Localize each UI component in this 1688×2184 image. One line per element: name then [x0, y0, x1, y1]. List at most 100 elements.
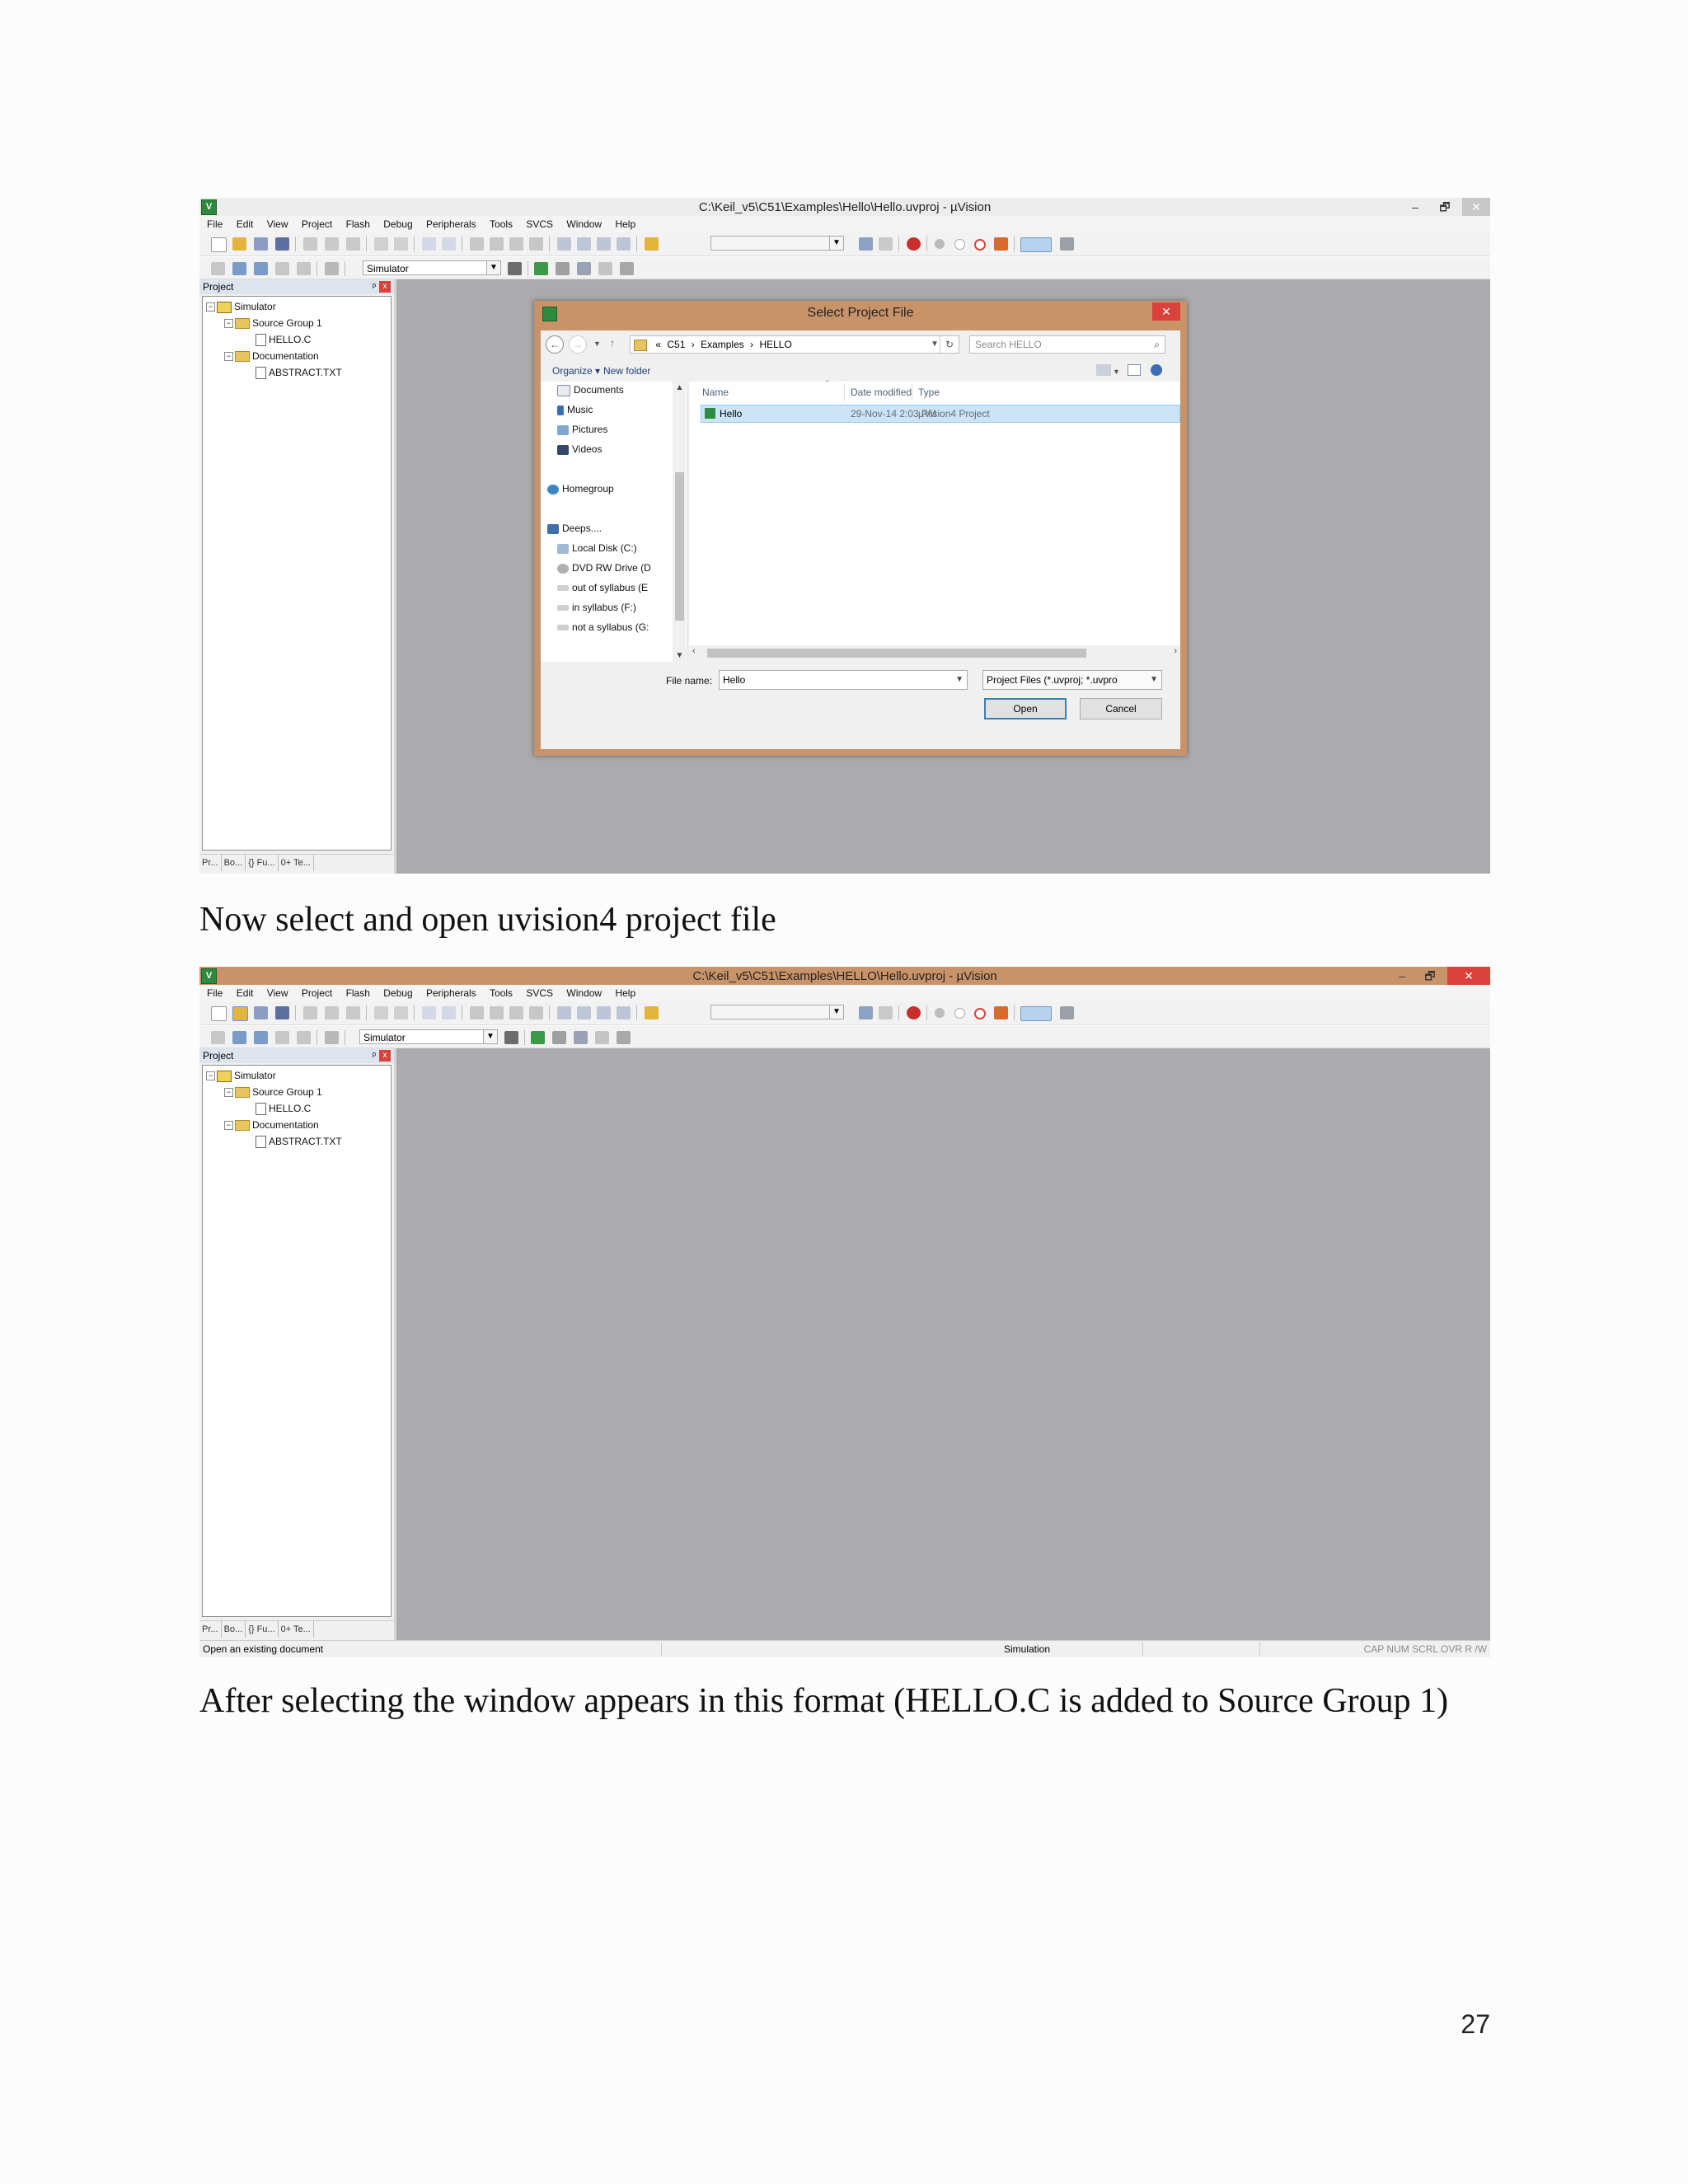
run-time-environment-icon[interactable] [620, 262, 634, 275]
nav-documents[interactable]: Documents [557, 382, 624, 398]
new-file-icon[interactable] [211, 1006, 227, 1021]
select-software-packs-icon[interactable] [574, 1031, 588, 1044]
menu-window[interactable]: Window [566, 216, 602, 232]
disable-breakpoint-icon[interactable] [954, 239, 965, 250]
restore-button[interactable]: 🗗 [1418, 967, 1442, 985]
copy-icon[interactable] [325, 237, 339, 251]
menu-project[interactable]: Project [302, 216, 332, 232]
collapse-icon[interactable]: − [224, 1088, 233, 1098]
next-bookmark-icon[interactable] [509, 1006, 523, 1019]
menu-flash[interactable]: Flash [346, 216, 370, 232]
save-icon[interactable] [254, 1006, 268, 1019]
breadcrumb-overflow[interactable]: « [655, 336, 661, 353]
indent-icon[interactable] [557, 1006, 571, 1019]
chevron-down-icon[interactable]: ▼ [1113, 368, 1120, 376]
disable-breakpoint-icon[interactable] [954, 1008, 965, 1019]
scroll-right-icon[interactable]: › [1174, 646, 1177, 656]
pack-installer-icon[interactable] [598, 262, 612, 275]
file-type-select[interactable]: Project Files (*.uvproj; *.uvpro ▼ [982, 670, 1162, 690]
undo-icon[interactable] [374, 237, 388, 251]
preview-pane-icon[interactable] [1128, 364, 1141, 376]
search-input[interactable]: Search HELLO ⌕ [969, 335, 1165, 354]
target-options-icon[interactable] [508, 262, 522, 275]
find-in-files-icon[interactable] [645, 1006, 659, 1019]
manage-components-icon[interactable] [556, 262, 570, 275]
nav-pictures[interactable]: Pictures [557, 421, 607, 438]
menu-project[interactable]: Project [302, 985, 332, 1001]
find-icon[interactable] [859, 1006, 873, 1019]
nav-music[interactable]: Music [557, 401, 593, 418]
file-extensions-icon[interactable] [531, 1031, 545, 1044]
nav-homegroup[interactable]: Homegroup [547, 480, 614, 497]
scrollbar-thumb[interactable] [707, 649, 1086, 658]
minimize-button[interactable]: – [1403, 198, 1428, 216]
nav-drive-f[interactable]: in syllabus (F:) [557, 599, 636, 616]
refresh-icon[interactable]: ↻ [940, 336, 959, 353]
clear-bookmarks-icon[interactable] [529, 1006, 543, 1019]
breadcrumb-c51[interactable]: C51 [667, 336, 685, 353]
chevron-down-icon[interactable]: ▼ [931, 336, 939, 353]
window-layout-icon[interactable] [1020, 237, 1052, 252]
nav-drive-e[interactable]: out of syllabus (E [557, 579, 648, 596]
tab-functions[interactable]: {} Fu... [246, 1621, 279, 1638]
redo-icon[interactable] [394, 237, 408, 251]
breakpoint-icon[interactable] [935, 239, 945, 249]
file-name-input[interactable]: Hello ▼ [719, 670, 968, 690]
pin-icon[interactable]: ᵖ [373, 1048, 376, 1063]
window-layout-icon[interactable] [1020, 1006, 1052, 1021]
menu-edit[interactable]: Edit [237, 985, 254, 1001]
batch-build-icon[interactable] [275, 1031, 289, 1044]
tree-node-source-group[interactable]: − Source Group 1 [224, 1084, 322, 1100]
tab-books[interactable]: Bo... [222, 855, 246, 871]
manage-components-icon[interactable] [552, 1031, 566, 1044]
tree-node-source-group[interactable]: − Source Group 1 [224, 315, 322, 331]
find-in-files-icon[interactable] [645, 237, 659, 251]
scroll-left-icon[interactable]: ‹ [692, 646, 696, 656]
forward-arrow-icon[interactable]: → [569, 335, 587, 354]
column-name[interactable]: Name [702, 387, 729, 398]
tree-node-abstract-txt[interactable]: ABSTRACT.TXT [256, 1133, 342, 1150]
save-all-icon[interactable] [275, 237, 289, 251]
clear-bookmarks-icon[interactable] [529, 237, 543, 251]
target-select[interactable]: Simulator ▼ [359, 1029, 498, 1044]
tab-templates[interactable]: 0+ Te... [279, 855, 314, 871]
view-options-icon[interactable] [1096, 364, 1111, 376]
help-icon[interactable] [1151, 364, 1162, 376]
dialog-close-button[interactable]: ✕ [1152, 302, 1180, 321]
stop-build-icon[interactable] [297, 1031, 311, 1044]
find-combo[interactable]: ▼ [710, 236, 844, 251]
kill-breakpoints-icon[interactable] [974, 239, 986, 251]
open-folder-icon[interactable] [232, 1006, 248, 1021]
new-folder-button[interactable]: New folder [603, 365, 650, 377]
save-all-icon[interactable] [275, 1006, 289, 1019]
pin-icon[interactable]: ᵖ [373, 279, 376, 294]
new-file-icon[interactable] [211, 237, 227, 252]
nav-pane-scrollbar[interactable]: ▲ ▼ [673, 382, 687, 662]
scrollbar-thumb[interactable] [675, 472, 684, 621]
close-button[interactable]: ✕ [1462, 198, 1490, 216]
menu-window[interactable]: Window [566, 985, 602, 1001]
breadcrumb-examples[interactable]: Examples [701, 336, 744, 353]
tree-node-target[interactable]: − Simulator [206, 298, 276, 315]
menu-help[interactable]: Help [615, 985, 635, 1001]
close-button[interactable]: ✕ [1447, 967, 1490, 985]
menu-view[interactable]: View [267, 216, 288, 232]
file-extensions-icon[interactable] [534, 262, 548, 275]
comment-icon[interactable] [597, 1006, 611, 1019]
copy-icon[interactable] [325, 1006, 339, 1019]
rebuild-icon[interactable] [254, 262, 268, 275]
prev-bookmark-icon[interactable] [490, 1006, 504, 1019]
scroll-down-icon[interactable]: ▼ [673, 651, 687, 660]
tab-project[interactable]: Pr... [199, 855, 222, 871]
redo-icon[interactable] [394, 1006, 408, 1019]
translate-icon[interactable] [211, 1031, 225, 1044]
stop-build-icon[interactable] [297, 262, 311, 275]
nav-videos[interactable]: Videos [557, 441, 602, 457]
collapse-icon[interactable]: − [224, 319, 233, 329]
disable-all-breakpoints-icon[interactable] [994, 237, 1008, 251]
cut-icon[interactable] [303, 1006, 317, 1019]
nav-back-icon[interactable] [422, 237, 436, 251]
nav-this-pc[interactable]: Deeps.... [547, 520, 602, 537]
menu-file[interactable]: File [207, 216, 223, 232]
comment-icon[interactable] [597, 237, 611, 251]
